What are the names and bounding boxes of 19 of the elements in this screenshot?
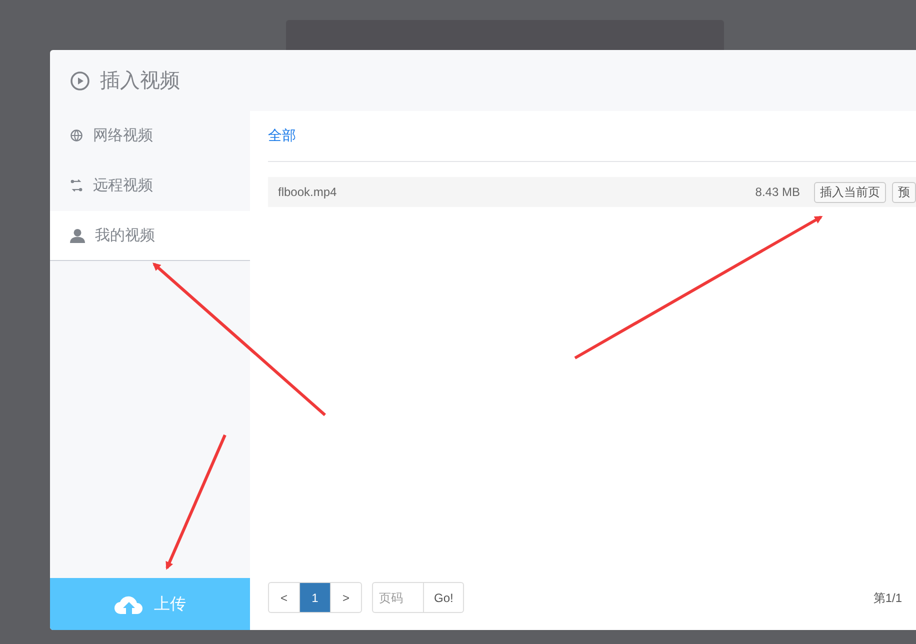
page-number[interactable]: 1 [299,582,331,613]
play-icon [70,70,90,90]
sidebar-item[interactable]: 我的视频 [50,211,250,261]
page-summary: 第1/1 [873,590,902,607]
file-action[interactable]: 插入当前页 [814,182,886,202]
user-icon [70,228,85,243]
prev-page[interactable]: < [268,582,300,613]
route-icon [70,179,83,192]
next-page[interactable]: > [330,582,362,613]
dialog-title: 插入视频 [100,69,180,94]
page-input[interactable]: 页码 [372,582,424,613]
file-action[interactable]: 预 [892,182,916,202]
file-name: flbook.mp4 [278,185,338,199]
globe-icon [70,129,83,142]
sidebar-item[interactable]: 远程视频 [50,161,250,211]
file-size: 8.43 MB [755,185,800,199]
filter-tab[interactable]: 全部 [268,127,296,145]
sidebar-item[interactable]: 网络视频 [50,111,250,161]
go-button[interactable]: Go! [423,582,464,613]
